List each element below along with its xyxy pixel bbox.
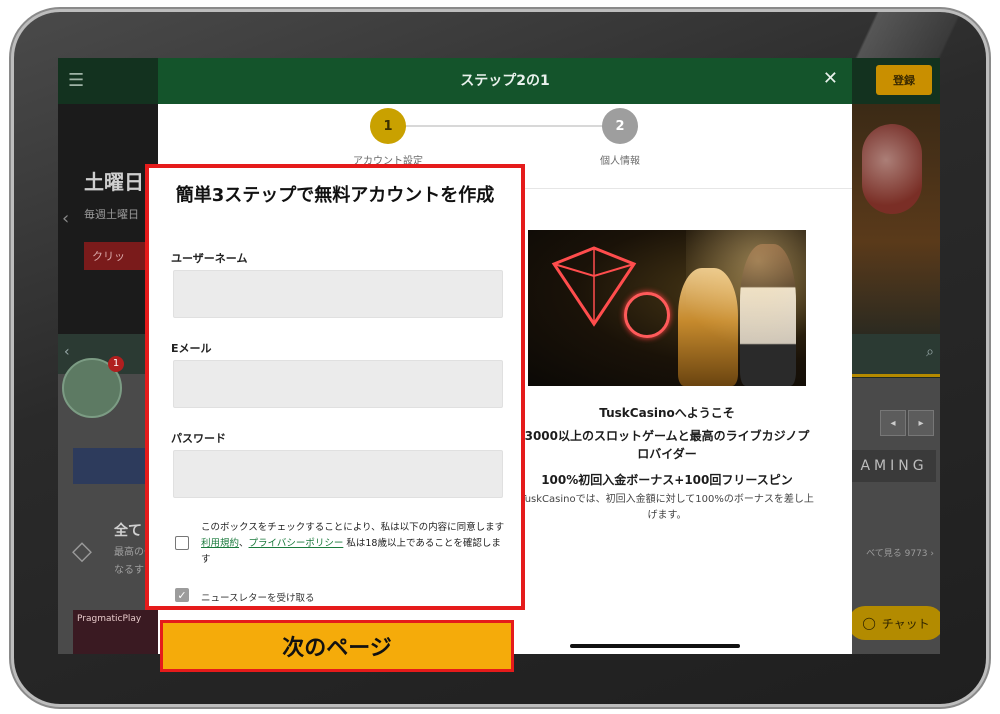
terms-checkbox[interactable] [175, 536, 189, 550]
search-icon[interactable]: ⌕ [926, 344, 934, 360]
chat-button[interactable]: ◯ チャット [848, 606, 940, 640]
step-2-label: 個人情報 [600, 156, 640, 167]
step-2-circle: 2 [602, 108, 638, 144]
notification-badge: 1 [108, 356, 124, 372]
promo-line-2: 100%初回入金ボーナス+100回フリースピン [541, 473, 793, 487]
hero-subtitle: 毎週土曜日 [84, 208, 139, 221]
form-heading: 簡単3ステップで無料アカウントを作成 [175, 185, 495, 206]
consent-pre: このボックスをチェックすることにより、私は以下の内容に同意します [201, 522, 505, 533]
hamburger-icon[interactable]: ☰ [68, 70, 84, 91]
password-input[interactable] [173, 450, 503, 498]
chat-bubble-icon: ◯ [862, 616, 876, 630]
modal-title: ステップ2の1 [460, 73, 550, 89]
promo-welcome: TuskCasinoへようこそ [599, 406, 735, 420]
next-page-button[interactable]: ▸ [908, 410, 934, 436]
next-page-button[interactable]: 次のページ [160, 620, 514, 672]
home-indicator [570, 644, 740, 648]
hero-title: 土曜日 [84, 170, 144, 194]
email-input[interactable] [173, 360, 503, 408]
provider-logo-gaming[interactable]: AMING [852, 450, 936, 482]
step-1-circle: 1 [370, 108, 406, 144]
promo-line-3: TuskCasinoでは、初回入金額に対して100%のボーナスを差し上げます。 [520, 494, 814, 521]
chevron-left-icon[interactable]: ‹ [64, 344, 70, 360]
section-title: 全て [114, 523, 142, 539]
email-label: Eメール [171, 342, 212, 355]
neon-cherry-icon [624, 292, 670, 338]
chat-label: チャット [881, 616, 930, 631]
newsletter-checkbox[interactable]: ✓ [175, 588, 189, 602]
pager-buttons: ◂ ▸ [880, 410, 934, 436]
close-icon[interactable]: ✕ [823, 68, 838, 89]
see-all-link[interactable]: べて見る 9773 › [866, 546, 934, 559]
promo-line-1: 3000以上のスロットゲームと最高のライブカジノプロバイダー [524, 429, 810, 461]
provider-logo[interactable] [73, 448, 153, 484]
signup-form-highlight: 簡単3ステップで無料アカウントを作成 ユーザーネーム Eメール パスワード この… [145, 164, 525, 610]
username-input[interactable] [173, 270, 503, 318]
lantern-image [862, 124, 922, 214]
prev-page-button[interactable]: ◂ [880, 410, 906, 436]
diamond-icon: ◇ [72, 536, 92, 566]
game-tile[interactable]: PragmaticPlay [73, 610, 159, 654]
promo-image [528, 230, 806, 386]
newsletter-label: ニュースレターを受け取る [201, 593, 315, 604]
username-label: ユーザーネーム [171, 252, 248, 265]
confetti-glow [686, 230, 806, 386]
terms-link[interactable]: 利用規約 [201, 538, 239, 549]
register-button[interactable]: 登録 [876, 65, 932, 95]
stepper-line [388, 125, 624, 127]
promo-text: TuskCasinoへようこそ 3000以上のスロットゲームと最高のライブカジノ… [520, 404, 814, 524]
consent-text: このボックスをチェックすることにより、私は以下の内容に同意します 利用規約、プラ… [201, 522, 505, 565]
privacy-link[interactable]: プライバシーポリシー [249, 538, 344, 549]
consent-post: 私は18歳以上であることを確認します [201, 538, 501, 565]
chevron-left-icon[interactable]: ‹ [62, 208, 69, 229]
hero-image-right [852, 104, 940, 334]
nav-underline [852, 374, 940, 377]
password-label: パスワード [171, 432, 226, 445]
